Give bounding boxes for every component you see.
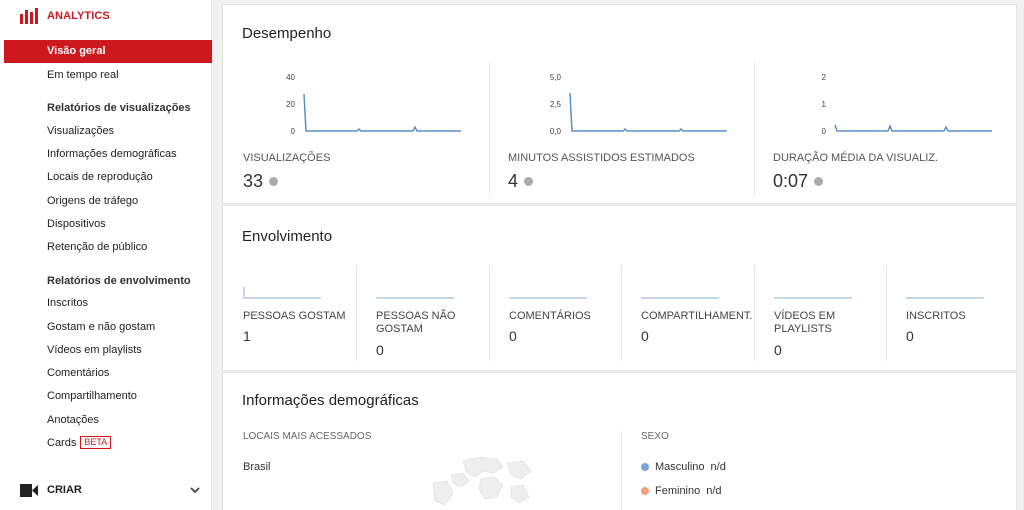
beta-badge: BETA <box>80 436 112 449</box>
y-tick: 0 <box>290 127 295 136</box>
nav-sharing[interactable]: Compartilhamento <box>0 385 212 407</box>
y-tick: 0,0 <box>549 127 561 136</box>
nav-cards[interactable]: Cards BETA <box>0 432 212 454</box>
sidebar: ANALYTICS Visão geral Em tempo real Rela… <box>0 0 212 510</box>
y-tick: 20 <box>286 100 295 109</box>
comments-value[interactable]: 0 <box>509 328 517 344</box>
subscribers-label: INSCRITOS <box>906 310 966 322</box>
nav-overview[interactable]: Visão geral <box>4 40 212 63</box>
nav-comments[interactable]: Comentários <box>0 362 212 384</box>
y-tick: 40 <box>286 73 295 82</box>
comments-sparkline <box>509 297 587 299</box>
nav-realtime[interactable]: Em tempo real <box>0 64 212 86</box>
playlists-value[interactable]: 0 <box>774 342 782 358</box>
divider <box>621 265 622 361</box>
dislikes-value[interactable]: 0 <box>376 342 384 358</box>
dislikes-sparkline <box>376 297 454 299</box>
performance-card: Desempenho 40 20 0 VISUALIZAÇÕES 33 5,0 … <box>222 4 1017 204</box>
divider <box>489 265 490 361</box>
nav-subscribers[interactable]: Inscritos <box>0 292 212 314</box>
subscribers-sparkline <box>906 297 984 299</box>
demographics-card: Informações demográficas LOCAIS MAIS ACE… <box>222 372 1017 510</box>
male-label: Masculino <box>655 461 705 473</box>
analytics-label: ANALYTICS <box>47 10 110 22</box>
section-engagement-reports: Relatórios de envolvimento <box>47 275 191 287</box>
minutes-label: MINUTOS ASSISTIDOS ESTIMADOS <box>508 152 695 164</box>
engagement-card: Envolvimento PESSOAS GOSTAM 1 PESSOAS NÃ… <box>222 205 1017 371</box>
shares-value[interactable]: 0 <box>641 328 649 344</box>
section-views-reports: Relatórios de visualizações <box>47 102 191 114</box>
status-dot <box>269 177 279 186</box>
legend-male[interactable]: Masculino n/d <box>641 461 726 473</box>
minutes-value[interactable]: 4 <box>508 171 534 192</box>
nav-likes-dislikes[interactable]: Gostam e não gostam <box>0 316 212 338</box>
duration-sparkline <box>834 123 992 132</box>
divider <box>621 431 622 510</box>
analytics-header[interactable]: ANALYTICS <box>20 8 110 24</box>
female-dot <box>641 487 649 495</box>
duration-value[interactable]: 0:07 <box>773 171 824 192</box>
duration-label: DURAÇÃO MÉDIA DA VISUALIZ. <box>773 152 939 164</box>
world-map-icon <box>432 456 532 506</box>
nav-demographics[interactable]: Informações demográficas <box>0 143 212 165</box>
likes-label: PESSOAS GOSTAM <box>243 310 346 322</box>
views-sparkline <box>303 93 461 132</box>
female-value: n/d <box>706 485 722 497</box>
legend-female[interactable]: Feminino n/d <box>641 485 722 497</box>
nav-audience-retention[interactable]: Retenção de público <box>0 236 212 258</box>
video-camera-icon <box>20 483 38 497</box>
subscribers-value[interactable]: 0 <box>906 328 914 344</box>
engagement-title: Envolvimento <box>242 228 333 245</box>
y-tick: 5,0 <box>549 73 561 82</box>
divider <box>754 265 755 361</box>
shares-sparkline <box>641 297 719 299</box>
demographics-title: Informações demográficas <box>242 392 419 409</box>
male-dot <box>641 463 649 471</box>
nav-views[interactable]: Visualizações <box>0 120 212 142</box>
nav-devices[interactable]: Dispositivos <box>0 213 212 235</box>
status-dot <box>524 177 534 186</box>
nav-cards-label: Cards <box>47 437 77 449</box>
performance-title: Desempenho <box>242 25 332 42</box>
status-dot <box>814 177 824 186</box>
top-locations-header: LOCAIS MAIS ACESSADOS <box>243 431 372 442</box>
y-tick: 2 <box>821 73 826 82</box>
criar-label: CRIAR <box>47 484 82 496</box>
views-value-text: 33 <box>243 171 264 191</box>
analytics-bar-icon <box>20 8 38 24</box>
top-location-brasil[interactable]: Brasil <box>243 461 271 473</box>
female-label: Feminino <box>655 485 701 497</box>
minutes-sparkline <box>569 92 727 132</box>
nav-playback-locations[interactable]: Locais de reprodução <box>0 166 212 188</box>
chevron-down-icon <box>190 486 200 493</box>
shares-label: COMPARTILHAMENT. <box>641 310 753 322</box>
playlists-label: VÍDEOS EM PLAYLISTS <box>774 310 836 335</box>
divider <box>356 265 357 361</box>
y-tick: 2,5 <box>549 100 561 109</box>
likes-sparkline <box>243 287 321 299</box>
dislikes-label: PESSOAS NÃO GOSTAM <box>376 310 456 335</box>
minutes-value-text: 4 <box>508 171 519 191</box>
comments-label: COMENTÁRIOS <box>509 310 591 322</box>
y-tick: 1 <box>821 100 826 109</box>
nav-annotations[interactable]: Anotações <box>0 409 212 431</box>
views-label: VISUALIZAÇÕES <box>243 152 331 164</box>
nav-videos-in-playlists[interactable]: Vídeos em playlists <box>0 339 212 361</box>
playlists-sparkline <box>774 297 852 299</box>
likes-value[interactable]: 1 <box>243 328 251 344</box>
y-tick: 0 <box>821 127 826 136</box>
divider <box>489 62 490 197</box>
duration-value-text: 0:07 <box>773 171 809 191</box>
nav-traffic-sources[interactable]: Origens de tráfego <box>0 190 212 212</box>
divider <box>886 265 887 361</box>
divider <box>754 62 755 197</box>
male-value: n/d <box>710 461 726 473</box>
views-value[interactable]: 33 <box>243 171 279 192</box>
sex-header: SEXO <box>641 431 669 442</box>
criar-section[interactable]: CRIAR <box>20 482 200 498</box>
